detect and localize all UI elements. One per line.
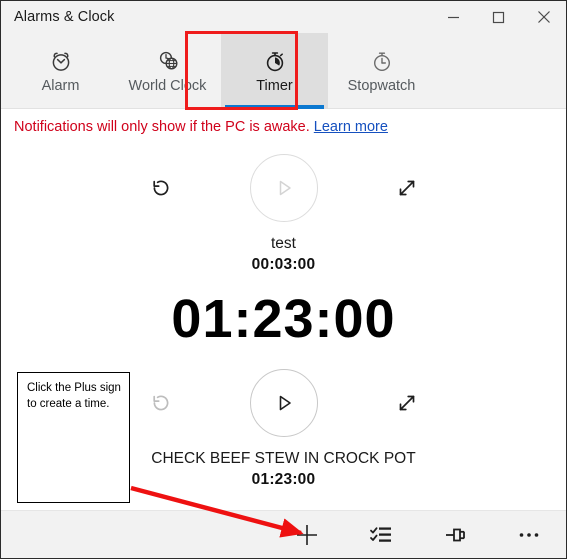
tab-world-clock-label: World Clock <box>128 78 207 94</box>
reset-icon <box>152 180 168 196</box>
close-button[interactable] <box>521 1 566 33</box>
expand-button[interactable] <box>390 386 424 420</box>
stopwatch-icon <box>369 48 395 74</box>
expand-button[interactable] <box>390 171 424 205</box>
reset-button[interactable] <box>144 171 178 205</box>
active-timer-display: 01:23:00 <box>171 289 396 349</box>
play-button[interactable] <box>249 154 318 222</box>
tab-timer[interactable]: Timer <box>221 33 328 109</box>
tab-stopwatch-label: Stopwatch <box>347 78 416 94</box>
alarms-and-clock-window: Alarms & Clock Alarm World Clock Timer S… <box>0 0 567 559</box>
command-bar <box>1 510 566 558</box>
timer-icon <box>262 48 288 74</box>
learn-more-link[interactable]: Learn more <box>314 119 388 135</box>
minimize-icon <box>448 16 459 18</box>
alarm-clock-icon <box>48 48 74 74</box>
add-timer-button[interactable] <box>270 511 344 558</box>
play-button[interactable] <box>249 369 318 437</box>
close-icon <box>537 11 550 23</box>
timer-card: test 00:03:00 <box>1 143 566 274</box>
play-icon <box>279 180 291 196</box>
reset-button[interactable] <box>144 386 178 420</box>
tab-alarm[interactable]: Alarm <box>7 33 114 109</box>
pin-icon <box>446 528 465 541</box>
timer-controls <box>1 149 566 227</box>
more-options-button[interactable] <box>492 511 566 558</box>
expand-arrows-icon <box>399 395 414 411</box>
notification-banner: Notifications will only show if the PC i… <box>1 109 566 143</box>
callout-annotation: Click the Plus sign to create a time. <box>17 372 130 503</box>
pin-timer-button[interactable] <box>418 511 492 558</box>
callout-text: Click the Plus sign to create a time. <box>27 382 121 410</box>
notification-text: Notifications will only show if the PC i… <box>14 119 310 135</box>
maximize-icon <box>492 11 505 23</box>
window-title: Alarms & Clock <box>14 9 115 25</box>
tab-alarm-label: Alarm <box>41 78 80 94</box>
ellipsis-icon <box>519 532 539 537</box>
timer-name: test <box>271 235 296 252</box>
timer-time: 00:03:00 <box>251 256 316 273</box>
edit-timers-button[interactable] <box>344 511 418 558</box>
tab-stopwatch[interactable]: Stopwatch <box>328 33 435 109</box>
reset-icon <box>152 395 168 411</box>
minimize-button[interactable] <box>431 1 476 33</box>
plus-icon <box>297 524 317 545</box>
title-bar: Alarms & Clock <box>1 1 566 33</box>
tab-world-clock[interactable]: World Clock <box>114 33 221 109</box>
checklist-icon <box>370 526 391 542</box>
tab-timer-label: Timer <box>256 78 293 94</box>
play-icon <box>279 395 291 411</box>
expand-arrows-icon <box>399 180 414 196</box>
tab-strip: Alarm World Clock Timer Stopwatch <box>1 33 566 109</box>
maximize-button[interactable] <box>476 1 521 33</box>
globe-clock-icon <box>155 48 181 74</box>
caption-button-group <box>431 1 566 33</box>
